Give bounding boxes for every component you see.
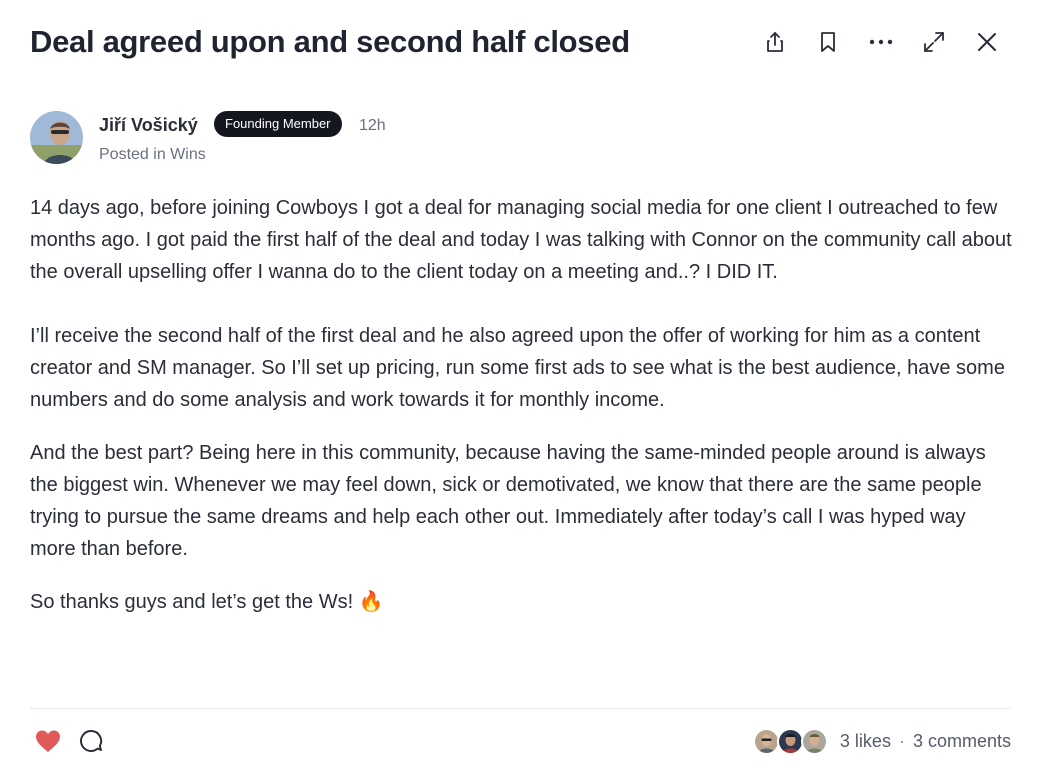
- post-title: Deal agreed upon and second half closed: [30, 24, 630, 59]
- post-paragraph: I’ll receive the second half of the firs…: [30, 325, 1005, 411]
- heart-icon: [36, 730, 60, 752]
- author-row: Jiří Vošický Founding Member 12h Posted …: [30, 111, 630, 165]
- engagement-stats: 3 likes · 3 comments: [752, 727, 1011, 755]
- post-footer: 3 likes · 3 comments: [30, 722, 1011, 758]
- liker-avatar: [800, 727, 828, 755]
- post-header: Deal agreed upon and second half closed: [30, 22, 1013, 62]
- close-icon: [977, 33, 996, 51]
- liker-avatar: [776, 727, 804, 755]
- posted-in-category[interactable]: Posted in Wins: [99, 145, 206, 165]
- post-paragraph: And the best part? Being here in this co…: [30, 442, 986, 560]
- comment-button[interactable]: [78, 728, 104, 754]
- expand-button[interactable]: [907, 26, 960, 58]
- bookmark-icon: [820, 32, 835, 52]
- post-body: 14 days ago, before joining Cowboys I go…: [30, 192, 1015, 639]
- comment-icon: [80, 729, 103, 752]
- likes-count[interactable]: 3 likes: [840, 731, 891, 752]
- comments-count[interactable]: 3 comments: [913, 731, 1011, 752]
- share-icon: [766, 32, 783, 52]
- liker-avatar: [752, 727, 780, 755]
- like-button[interactable]: [34, 728, 62, 754]
- close-button[interactable]: [960, 26, 1013, 58]
- author-name[interactable]: Jiří Vošický: [99, 114, 198, 136]
- post-paragraph: So thanks guys and let’s get the Ws! 🔥: [30, 591, 384, 613]
- author-avatar[interactable]: [30, 111, 83, 164]
- liker-avatars[interactable]: [752, 727, 828, 755]
- bookmark-button[interactable]: [801, 26, 854, 58]
- stats-separator: ·: [898, 730, 905, 751]
- header-actions: [748, 26, 1013, 58]
- more-icon: [869, 39, 892, 45]
- post-paragraph: 14 days ago, before joining Cowboys I go…: [30, 197, 1012, 283]
- more-button[interactable]: [854, 26, 907, 58]
- founding-member-badge: Founding Member: [214, 111, 342, 137]
- expand-icon: [923, 32, 944, 52]
- post-timestamp: 12h: [359, 117, 386, 134]
- share-button[interactable]: [748, 26, 801, 58]
- footer-divider: [30, 708, 1011, 709]
